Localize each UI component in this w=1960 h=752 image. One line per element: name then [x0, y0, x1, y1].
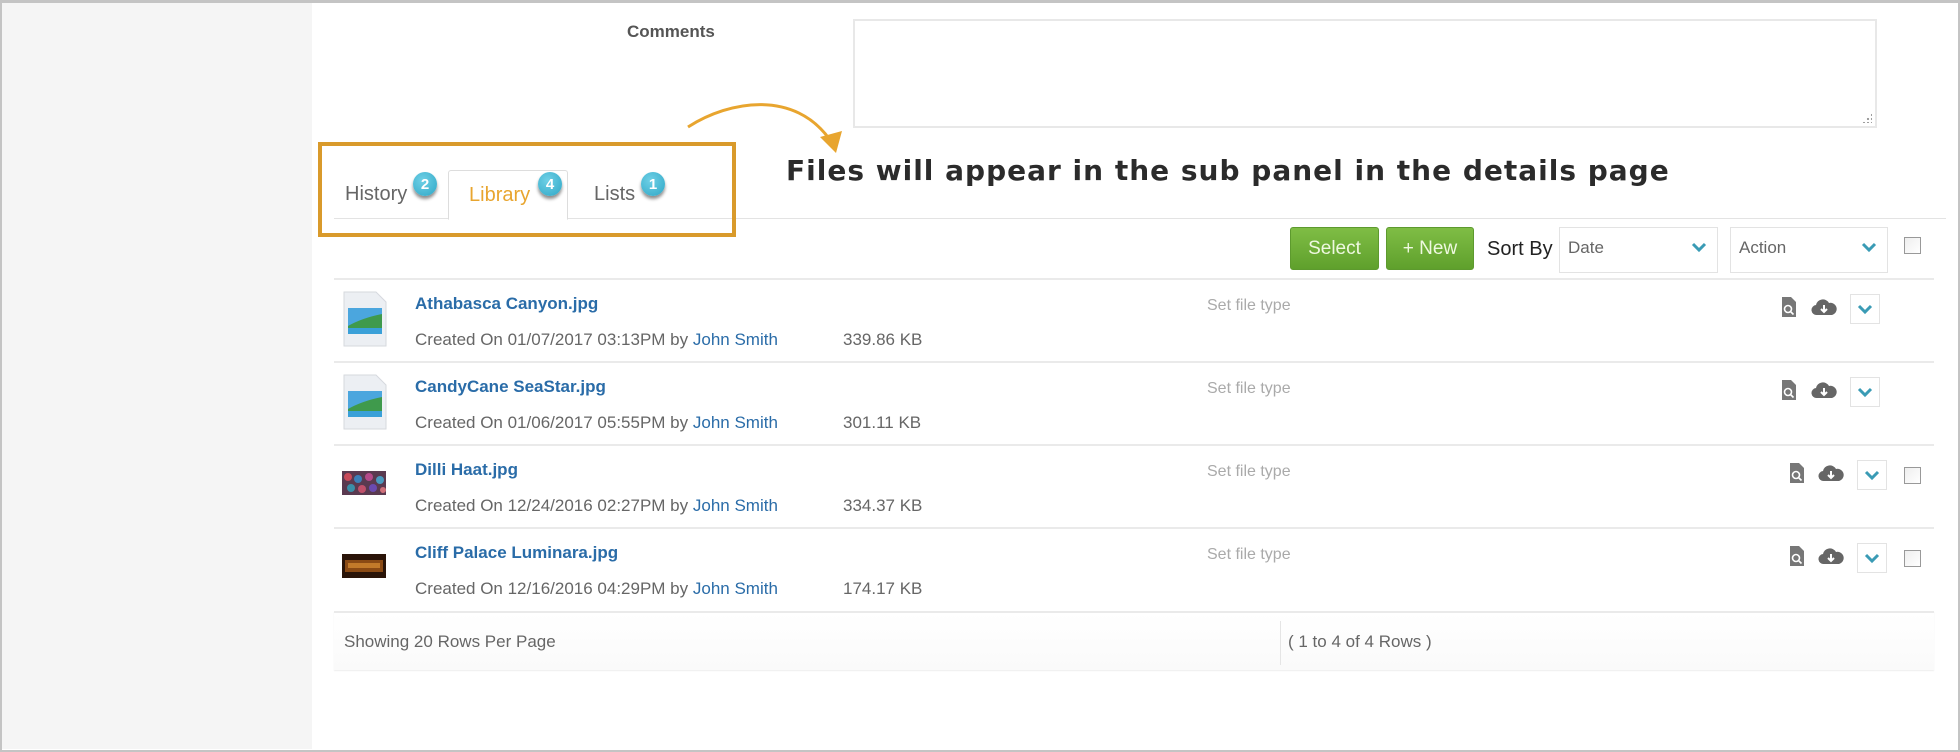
file-size: 339.86 KB	[843, 330, 923, 349]
created-text: Created On 12/16/2016 04:29PM by	[415, 579, 689, 598]
file-name-link[interactable]: Cliff Palace Luminara.jpg	[415, 543, 618, 563]
preview-file-icon[interactable]	[1789, 462, 1805, 484]
footer-divider	[1280, 621, 1281, 665]
row-actions-dropdown[interactable]	[1850, 377, 1880, 407]
download-cloud-icon[interactable]	[1818, 547, 1844, 565]
annotation-arrow-icon	[687, 103, 842, 153]
file-name-link[interactable]: Dilli Haat.jpg	[415, 460, 518, 480]
tab-lists-count-badge: 1	[641, 172, 665, 196]
user-link[interactable]: John Smith	[693, 579, 778, 598]
action-value: Action	[1739, 238, 1787, 257]
tab-lists-label: Lists	[594, 182, 636, 205]
comments-label: Comments	[627, 22, 715, 41]
file-row: Dilli Haat.jpg Created On 12/24/2016 02:…	[334, 446, 1934, 528]
chevron-down-icon	[1864, 470, 1880, 481]
file-row: Athabasca Canyon.jpg Created On 01/07/20…	[334, 280, 1934, 362]
chevron-down-icon	[1857, 304, 1873, 315]
chevron-down-icon	[1857, 387, 1873, 398]
row-actions-dropdown[interactable]	[1857, 543, 1887, 573]
file-size: 334.37 KB	[843, 496, 923, 515]
file-created-info: Created On 01/06/2017 05:55PM by John Sm…	[415, 413, 778, 433]
set-file-type-link[interactable]: Set file type	[1207, 297, 1291, 315]
file-created-info: Created On 12/16/2016 04:29PM by John Sm…	[415, 579, 778, 599]
row-select-checkbox[interactable]	[1904, 467, 1921, 484]
download-cloud-icon[interactable]	[1811, 298, 1837, 316]
row-range-text: ( 1 to 4 of 4 Rows )	[1288, 632, 1432, 651]
generic-image-icon	[343, 374, 387, 430]
user-link[interactable]: John Smith	[693, 496, 778, 515]
download-cloud-icon[interactable]	[1811, 381, 1837, 399]
generic-image-icon	[343, 291, 387, 347]
tab-history[interactable]: History	[345, 170, 407, 218]
file-row: CandyCane SeaStar.jpg Created On 01/06/2…	[334, 363, 1934, 445]
left-sidebar	[2, 3, 312, 749]
sort-by-value: Date	[1568, 238, 1604, 257]
action-select[interactable]: Action	[1730, 227, 1888, 273]
tab-library-count-badge: 4	[538, 172, 562, 196]
preview-file-icon[interactable]	[1781, 379, 1797, 401]
comments-textarea[interactable]	[853, 19, 1877, 128]
file-name-link[interactable]: Athabasca Canyon.jpg	[415, 294, 598, 314]
created-text: Created On 01/07/2017 03:13PM by	[415, 330, 689, 349]
resize-handle[interactable]	[1862, 113, 1872, 123]
new-button[interactable]: + New	[1386, 227, 1474, 270]
select-all-checkbox[interactable]	[1904, 237, 1921, 254]
tab-library-label: Library	[469, 183, 531, 206]
chevron-down-icon	[1864, 553, 1880, 564]
row-select-checkbox[interactable]	[1904, 550, 1921, 567]
user-link[interactable]: John Smith	[693, 330, 778, 349]
file-name-link[interactable]: CandyCane SeaStar.jpg	[415, 377, 606, 397]
file-size: 301.11 KB	[843, 413, 922, 432]
sort-by-label: Sort By	[1487, 238, 1553, 260]
created-text: Created On 01/06/2017 05:55PM by	[415, 413, 689, 432]
tab-history-count-badge: 2	[413, 172, 437, 196]
tab-lists[interactable]: Lists	[594, 170, 635, 218]
row-actions-dropdown[interactable]	[1857, 460, 1887, 490]
set-file-type-link[interactable]: Set file type	[1207, 463, 1291, 481]
chevron-down-icon	[1861, 242, 1877, 253]
photo-thumbnail	[342, 471, 386, 495]
file-created-info: Created On 12/24/2016 02:27PM by John Sm…	[415, 496, 778, 516]
photo-thumbnail	[342, 554, 386, 578]
set-file-type-link[interactable]: Set file type	[1207, 546, 1291, 564]
row-actions-dropdown[interactable]	[1850, 294, 1880, 324]
pagination-footer: Showing 20 Rows Per Page ( 1 to 4 of 4 R…	[334, 611, 1934, 670]
preview-file-icon[interactable]	[1781, 296, 1797, 318]
file-created-info: Created On 01/07/2017 03:13PM by John Sm…	[415, 330, 778, 350]
sort-by-select[interactable]: Date	[1559, 227, 1718, 273]
tab-history-label: History	[345, 182, 408, 205]
user-link[interactable]: John Smith	[693, 413, 778, 432]
download-cloud-icon[interactable]	[1818, 464, 1844, 482]
rows-per-page-text: Showing 20 Rows Per Page	[344, 632, 556, 651]
select-button[interactable]: Select	[1290, 227, 1379, 270]
file-size: 174.17 KB	[843, 579, 923, 598]
created-text: Created On 12/24/2016 02:27PM by	[415, 496, 689, 515]
chevron-down-icon	[1691, 242, 1707, 253]
set-file-type-link[interactable]: Set file type	[1207, 380, 1291, 398]
file-row: Cliff Palace Luminara.jpg Created On 12/…	[334, 529, 1934, 611]
annotation-text: Files will appear in the sub panel in th…	[786, 154, 1670, 187]
preview-file-icon[interactable]	[1789, 545, 1805, 567]
tab-divider	[334, 218, 1946, 219]
